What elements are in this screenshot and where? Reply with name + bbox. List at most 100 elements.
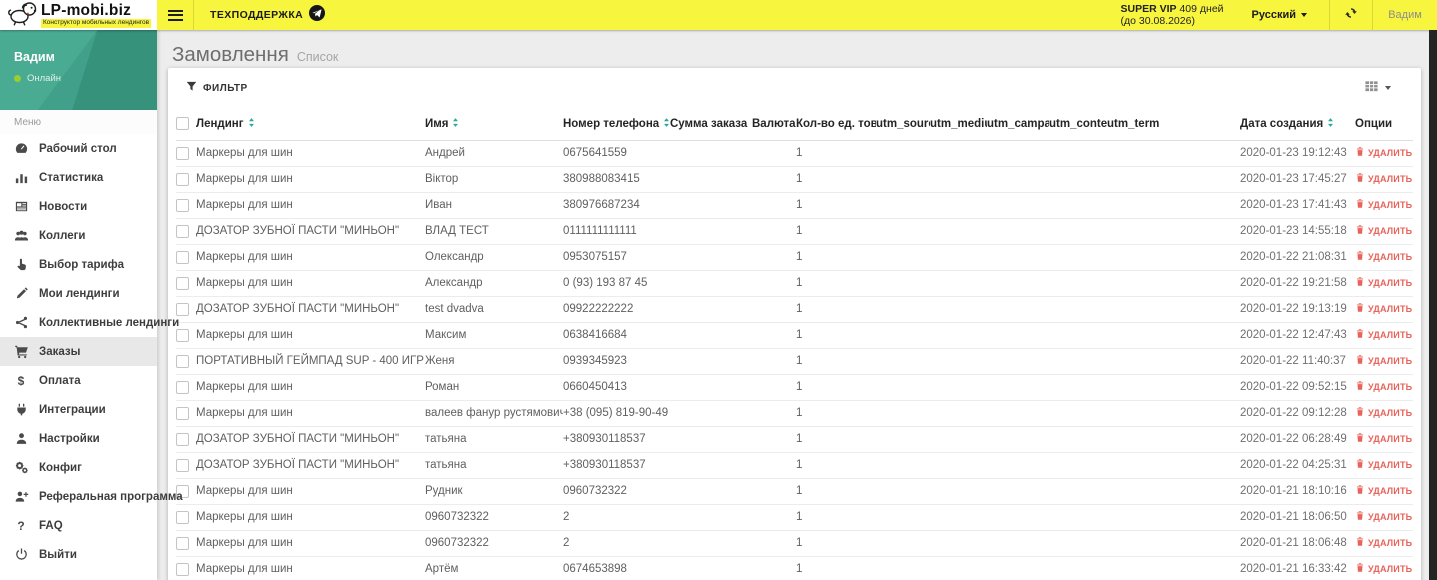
sidebar-item-news[interactable]: Новости (0, 192, 157, 221)
sidebar-item-referral[interactable]: Реферальная программа (0, 482, 183, 511)
delete-button[interactable]: УДАЛИТЬ (1355, 198, 1412, 211)
row-checkbox[interactable] (176, 172, 189, 186)
cell-name: Роман (425, 374, 563, 401)
cell-qty: 1 (796, 270, 876, 297)
column-header-phone[interactable]: Номер телефона (563, 108, 670, 141)
logo-subtitle: Конструктор мобильных лендингов (41, 19, 152, 28)
user-menu[interactable]: Вадим (1373, 0, 1437, 30)
delete-button[interactable]: УДАЛИТЬ (1355, 510, 1412, 523)
trash-icon (1355, 484, 1365, 497)
cell-utm_campaign (987, 348, 1049, 375)
cell-phone: 0111111111111 (563, 218, 670, 245)
vertical-scrollbar[interactable] (1429, 30, 1437, 580)
cell-utm_medium (930, 296, 987, 323)
delete-button[interactable]: УДАЛИТЬ (1355, 328, 1412, 341)
row-checkbox[interactable] (176, 198, 189, 212)
sidebar-item-faq[interactable]: ? FAQ (0, 511, 157, 540)
row-checkbox[interactable] (176, 302, 189, 316)
sidebar-item-payment[interactable]: $ Оплата (0, 366, 157, 395)
row-checkbox[interactable] (176, 224, 189, 238)
columns-toggle-button[interactable] (1364, 79, 1391, 98)
cell-name: 0960732322 (425, 504, 563, 531)
select-all-checkbox[interactable] (176, 117, 189, 131)
delete-button[interactable]: УДАЛИТЬ (1355, 354, 1412, 367)
delete-button[interactable]: УДАЛИТЬ (1355, 250, 1412, 263)
hamburger-menu-icon[interactable] (157, 0, 193, 30)
row-checkbox[interactable] (176, 354, 189, 368)
sidebar-item-logout[interactable]: Выйти (0, 540, 157, 569)
delete-button[interactable]: УДАЛИТЬ (1355, 536, 1412, 549)
table-row: Маркеры для шин Иван 380976687234 1 2020-01-… (176, 192, 1413, 219)
row-checkbox[interactable] (176, 380, 189, 394)
language-selector[interactable]: Русский (1252, 0, 1307, 30)
delete-button[interactable]: УДАЛИТЬ (1355, 276, 1412, 289)
delete-button[interactable]: УДАЛИТЬ (1355, 380, 1412, 393)
sidebar-item-config[interactable]: Конфиг (0, 453, 157, 482)
row-checkbox[interactable] (176, 458, 189, 472)
row-checkbox[interactable] (176, 536, 189, 550)
column-header-utm_source: utm_source (876, 108, 930, 141)
delete-button[interactable]: УДАЛИТЬ (1355, 432, 1412, 445)
refresh-button[interactable] (1330, 0, 1372, 30)
logo[interactable]: LP-mobi.biz Конструктор мобильных лендин… (0, 0, 157, 30)
column-header-name[interactable]: Имя (425, 108, 563, 141)
cell-phone: 2 (563, 530, 670, 557)
cell-name: test dvadva (425, 296, 563, 323)
cell-utm_source (876, 270, 930, 297)
sidebar-item-desktop[interactable]: Рабочий стол (0, 134, 157, 163)
cell-utm_campaign (987, 374, 1049, 401)
cell-sum (670, 374, 752, 401)
cell-sum (670, 244, 752, 271)
sidebar-item-integrations[interactable]: Интеграции (0, 395, 157, 424)
column-header-landing[interactable]: Лендинг (196, 108, 425, 141)
row-checkbox[interactable] (176, 146, 189, 160)
row-checkbox[interactable] (176, 276, 189, 290)
delete-button[interactable]: УДАЛИТЬ (1355, 146, 1412, 159)
app: LP-mobi.biz Конструктор мобильных лендин… (0, 0, 1437, 580)
delete-button[interactable]: УДАЛИТЬ (1355, 484, 1412, 497)
cell-qty: 1 (796, 426, 876, 453)
trash-icon (1355, 302, 1365, 315)
delete-button[interactable]: УДАЛИТЬ (1355, 406, 1412, 419)
cell-currency (752, 140, 796, 167)
sidebar-item-label: Выбор тарифа (39, 258, 125, 271)
filter-button[interactable]: ФИЛЬТР (186, 81, 248, 95)
delete-button[interactable]: УДАЛИТЬ (1355, 224, 1412, 237)
page-subtitle: Список (296, 50, 339, 64)
chevron-down-icon (1385, 86, 1391, 90)
row-checkbox[interactable] (176, 562, 189, 576)
delete-button[interactable]: УДАЛИТЬ (1355, 562, 1412, 575)
delete-button[interactable]: УДАЛИТЬ (1355, 458, 1412, 471)
sidebar-item-collective-landings[interactable]: Коллективные лендинги (0, 308, 179, 337)
support-link[interactable]: ТЕХПОДДЕРЖКА (194, 0, 341, 30)
sidebar-item-tariff[interactable]: Выбор тарифа (0, 250, 157, 279)
row-checkbox[interactable] (176, 406, 189, 420)
column-header-created[interactable]: Дата создания (1240, 108, 1355, 141)
cell-utm_medium (930, 166, 987, 193)
cell-sum (670, 322, 752, 349)
delete-button[interactable]: УДАЛИТЬ (1355, 302, 1412, 315)
sidebar-item-settings[interactable]: Настройки (0, 424, 157, 453)
news-icon (13, 199, 29, 215)
cell-utm_content (1049, 348, 1107, 375)
sidebar-item-colleagues[interactable]: Коллеги (0, 221, 157, 250)
cell-created: 2020-01-21 18:06:50 (1240, 504, 1355, 531)
cell-qty: 1 (796, 192, 876, 219)
delete-button[interactable]: УДАЛИТЬ (1355, 172, 1412, 185)
sidebar-item-my-landings[interactable]: Мои лендинги (0, 279, 157, 308)
sidebar-item-orders[interactable]: Заказы (0, 337, 157, 366)
row-checkbox[interactable] (176, 328, 189, 342)
row-checkbox[interactable] (176, 250, 189, 264)
cell-sum (670, 556, 752, 580)
cell-created: 2020-01-23 17:41:43 (1240, 192, 1355, 219)
cell-qty: 1 (796, 374, 876, 401)
sidebar-item-statistics[interactable]: Статистика (0, 163, 157, 192)
cell-utm_content (1049, 556, 1107, 580)
table-row: Маркеры для шин Андрей 0675641559 1 2020-01-… (176, 140, 1413, 167)
row-checkbox[interactable] (176, 432, 189, 446)
table-row: Маркеры для шин Артём 0674653898 1 2020-01-2… (176, 556, 1413, 580)
row-checkbox[interactable] (176, 510, 189, 524)
cell-utm_source (876, 322, 930, 349)
cell-utm_source (876, 400, 930, 427)
cell-sum (670, 400, 752, 427)
